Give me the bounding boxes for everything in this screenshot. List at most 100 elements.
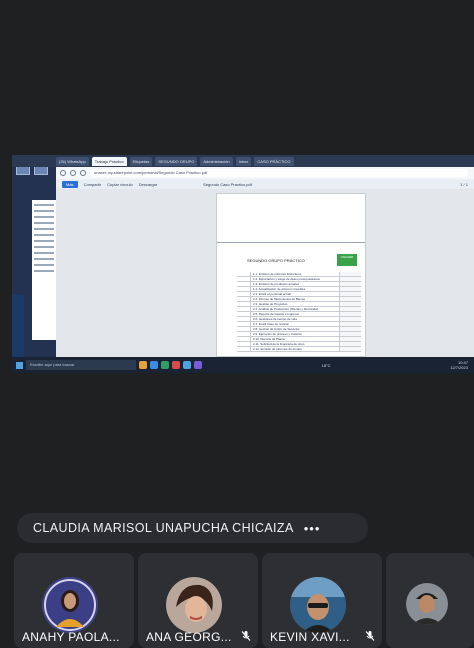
pdf-cell-text: 2.2. Informe de Movimientos de Bienes <box>253 297 306 301</box>
clock-date: 12/7/2023 <box>450 365 468 370</box>
pdf-cell <box>339 277 361 281</box>
pdf-cell <box>237 322 251 326</box>
pdf-cell <box>237 327 251 331</box>
presenter-label: CLAUDIA MARISOL UNAPUCHA CHICAIZA ••• <box>17 513 368 543</box>
browser-tab-bar: (26) WhatsApp Trabajo Práctico Etiquetas… <box>12 155 474 167</box>
url-input[interactable]: unacer-my.sharepoint.com/personal/Segund… <box>90 169 468 177</box>
pdf-cell <box>237 342 251 346</box>
pdf-table: 1.1. Emisión de informes financieros 1.2.… <box>237 272 361 352</box>
side-toolbar <box>12 295 24 357</box>
share-button[interactable]: Compartir <box>84 182 102 187</box>
participant-tile[interactable]: ANA GEORG... <box>138 553 258 648</box>
pdf-cell <box>339 292 361 296</box>
pdf-cell <box>339 302 361 306</box>
browser-tab[interactable]: Inbox <box>235 156 252 166</box>
mic-off-icon <box>365 631 375 641</box>
pdf-cell <box>237 272 251 276</box>
taskbar-app-icon[interactable] <box>172 361 180 369</box>
browser-tab[interactable]: (26) WhatsApp <box>56 156 89 166</box>
pdf-cell <box>237 297 251 301</box>
shared-screen: (26) WhatsApp Trabajo Práctico Etiquetas… <box>12 155 474 373</box>
pdf-cell-text: 2.4. Análisis de Producción (Ofertas y D… <box>253 307 318 311</box>
pdf-cell-text: 2.12. Emisión de informes de fondos <box>253 347 302 351</box>
page-counter: 1 / 1 <box>460 181 468 187</box>
pdf-cell <box>339 332 361 336</box>
document-toolbar: Más Compartir Copiar vínculo Descargar S… <box>56 179 474 189</box>
participant-tile[interactable] <box>386 553 474 648</box>
pdf-cell-text: 1.2. Exportación y carga de datos presup… <box>253 277 320 281</box>
reload-icon[interactable] <box>80 170 86 176</box>
presenter-name: CLAUDIA MARISOL UNAPUCHA CHICAIZA <box>33 521 294 535</box>
pdf-cell <box>339 342 361 346</box>
avatar <box>42 577 98 633</box>
pdf-cell <box>339 347 361 351</box>
participant-strip: ANAHY PAOLA... ANA GEORG... KEVIN XAVI..… <box>14 553 474 648</box>
pdf-cell-text: 2.9. Ejecución de proceso y material <box>253 332 302 336</box>
taskbar-clock: 10:47 12/7/2023 <box>450 360 468 370</box>
windows-start-icon[interactable] <box>16 361 23 369</box>
pdf-cell <box>237 317 251 321</box>
taskbar-search-input[interactable]: Escribe aquí para buscar <box>26 360 136 370</box>
pdf-cell <box>339 327 361 331</box>
pdf-cell-text: 2.8. Gestión de Cobro de Servicios <box>253 327 300 331</box>
browser-tab[interactable]: Administración <box>200 156 233 166</box>
browser-tab-active[interactable]: Trabajo Práctico <box>91 156 127 166</box>
copy-link-button[interactable]: Copiar vínculo <box>107 182 133 187</box>
pdf-cell <box>339 282 361 286</box>
pdf-cell-text: 2.6. Gestiones de tiempo de vida <box>253 317 297 321</box>
pdf-cell <box>339 307 361 311</box>
pdf-cell <box>237 292 251 296</box>
pdf-cell <box>339 272 361 276</box>
university-logo: UNACER <box>337 254 357 266</box>
taskbar-app-icon[interactable] <box>161 361 169 369</box>
download-button[interactable]: Descargar <box>139 182 157 187</box>
pdf-cell <box>237 312 251 316</box>
pdf-cell-text: 2.5. Reporte de Gastos e Ingresos <box>253 312 299 316</box>
participant-name: KEVIN XAVI... <box>270 630 350 644</box>
file-name: Segundo Caso Practico.pdf <box>203 181 252 187</box>
participant-tile[interactable]: ANAHY PAOLA... <box>14 553 134 648</box>
pdf-cell <box>237 347 251 351</box>
pdf-title: SEGUNDO GRUPO PRÁCTICO <box>247 258 305 263</box>
pdf-cell <box>339 312 361 316</box>
avatar <box>406 583 448 625</box>
word-side-panel <box>12 155 56 357</box>
avatar <box>290 577 346 633</box>
pdf-cell-text: 2.3. Gestión de Proyectos <box>253 302 288 306</box>
pdf-cell <box>339 287 361 291</box>
pdf-cell-text: 2.11. Solicitud de la financiera de otro… <box>253 342 305 346</box>
pdf-viewer[interactable]: SEGUNDO GRUPO PRÁCTICO UNACER 1.1. Emisi… <box>56 189 474 357</box>
taskbar-app-icon[interactable] <box>183 361 191 369</box>
pdf-cell-text: 2.10. Reporte de Planta <box>253 337 285 341</box>
pdf-table-row: 2.12. Emisión de informes de fondos <box>237 347 361 352</box>
taskbar-app-icon[interactable] <box>150 361 158 369</box>
taskbar-app-icon[interactable] <box>139 361 147 369</box>
participant-name: ANA GEORG... <box>146 630 232 644</box>
pdf-cell <box>237 282 251 286</box>
browser-tab[interactable]: CASO PRÁCTICO <box>254 156 294 166</box>
avatar <box>166 577 222 633</box>
document-preview <box>32 200 56 340</box>
browser-tab[interactable]: Etiquetas <box>129 156 153 166</box>
browser-tab[interactable]: SEGUNDO GRUPO <box>155 156 198 166</box>
page-divider <box>217 242 365 243</box>
taskbar-app-icon[interactable] <box>194 361 202 369</box>
forward-icon[interactable] <box>70 170 76 176</box>
pdf-cell <box>237 337 251 341</box>
mic-off-icon <box>241 631 251 641</box>
more-options-icon[interactable]: ••• <box>304 521 321 536</box>
pdf-cell <box>339 317 361 321</box>
pdf-cell <box>339 297 361 301</box>
participant-tile[interactable]: KEVIN XAVI... <box>262 553 382 648</box>
pdf-cell-text: 1.1. Emisión de informes financieros <box>253 272 302 276</box>
pdf-cell-text: 1.4. Actualización de activos inmuebles <box>253 287 306 291</box>
pdf-cell-text: 2.7. Emitir base de revisión <box>253 322 290 326</box>
pdf-cell-text: 1.3. Emisión de productos anuales <box>253 282 300 286</box>
pdf-cell-text: 2.1. Emitir el personal actual <box>253 292 291 296</box>
pdf-cell <box>237 287 251 291</box>
pdf-cell <box>237 307 251 311</box>
back-icon[interactable] <box>60 170 66 176</box>
more-button[interactable]: Más <box>62 180 78 188</box>
participant-name: ANAHY PAOLA... <box>22 630 120 644</box>
pdf-cell <box>339 322 361 326</box>
